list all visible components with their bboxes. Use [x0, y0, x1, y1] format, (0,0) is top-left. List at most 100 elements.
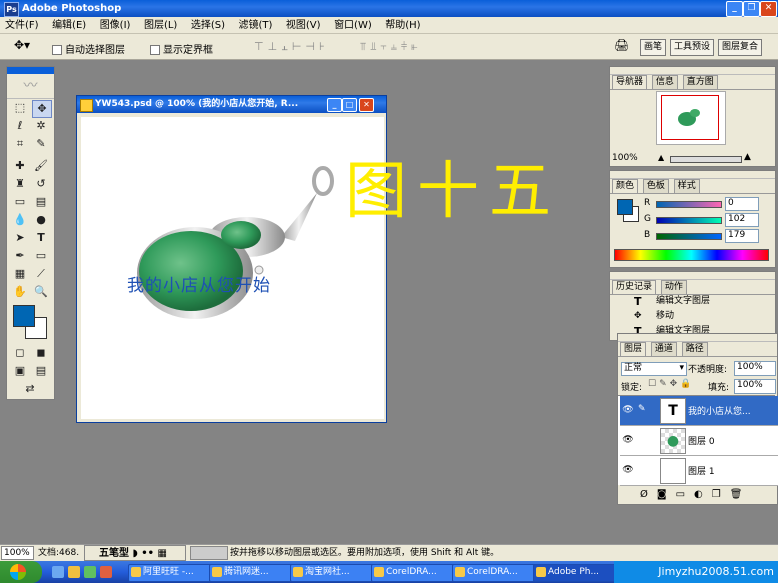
tab-styles[interactable]: 样式	[673, 179, 700, 193]
tool-presets-well-tab[interactable]: 工具预设	[670, 39, 715, 56]
new-group-icon[interactable]: ▭	[676, 489, 694, 500]
document-title-bar[interactable]: YW543.psd @ 100% (我的小店从您开始, R... _ □ ✕	[77, 96, 386, 113]
menu-filter[interactable]: 滤镜(T)	[233, 17, 277, 34]
magic-wand-tool-icon[interactable]: ✲	[32, 118, 50, 134]
tab-histogram[interactable]: 直方图	[682, 75, 718, 89]
menu-file[interactable]: 文件(F)	[0, 17, 44, 34]
history-item[interactable]: T 编辑文字图层	[612, 294, 772, 309]
adjustment-layer-icon[interactable]: ◐	[694, 489, 712, 500]
opacity-field[interactable]: 100%	[734, 361, 776, 376]
tab-navigator[interactable]: 导航器	[612, 75, 648, 89]
tab-actions[interactable]: 动作	[660, 280, 687, 294]
tab-layers[interactable]: 图层	[620, 342, 647, 356]
gradient-tool-icon[interactable]: ▤	[32, 194, 50, 210]
file-browser-icon[interactable]: 🖨	[614, 38, 629, 52]
history-brush-tool-icon[interactable]: ↺	[32, 176, 50, 192]
navigator-zoom-value[interactable]: 100%	[612, 153, 638, 163]
fill-field[interactable]: 100%	[734, 379, 776, 394]
quicklaunch-media-icon[interactable]	[100, 566, 112, 578]
move-tool-icon[interactable]: ✥	[32, 100, 52, 118]
tab-info[interactable]: 信息	[651, 75, 678, 89]
quicklaunch-app-icon[interactable]	[84, 566, 96, 578]
shape-tool-icon[interactable]: ▭	[32, 248, 50, 264]
hand-tool-icon[interactable]: ✋	[11, 284, 29, 300]
tab-paths[interactable]: 路径	[681, 342, 708, 356]
brush-link-icon[interactable]: ✎	[638, 404, 646, 414]
task-aliwangwang[interactable]: 阿里旺旺 -...	[128, 564, 222, 582]
full-screen-mode-icon[interactable]: ▤	[32, 363, 50, 379]
task-coreldraw-1[interactable]: CorelDRA...	[371, 564, 465, 582]
color-fg-swatch[interactable]	[617, 199, 633, 215]
task-coreldraw-2[interactable]: CorelDRA...	[452, 564, 546, 582]
menu-window[interactable]: 窗口(W)	[329, 17, 377, 34]
brushes-well-tab[interactable]: 画笔	[640, 39, 667, 56]
document-minimize-icon[interactable]: _	[327, 98, 342, 112]
screen-mode-icon[interactable]: ▣	[11, 363, 29, 379]
toolbox-title-bar[interactable]	[7, 67, 54, 74]
dodge-tool-icon[interactable]: ●	[32, 212, 50, 228]
new-layer-icon[interactable]: ❐	[712, 489, 730, 500]
layer-row[interactable]: 👁 ✎ T 我的小店从您...	[620, 396, 778, 426]
minimize-icon[interactable]: _	[726, 1, 743, 17]
marquee-tool-icon[interactable]: ⬚	[11, 100, 29, 116]
quicklaunch-ie-icon[interactable]	[52, 566, 64, 578]
layer-comps-well-tab[interactable]: 图层复合	[718, 39, 763, 56]
blur-tool-icon[interactable]: 💧	[11, 212, 29, 228]
layers-panel-grip[interactable]	[618, 334, 777, 342]
path-selection-tool-icon[interactable]: ➤	[11, 230, 29, 246]
quicklaunch-folder-icon[interactable]	[68, 566, 80, 578]
tab-channels[interactable]: 通道	[650, 342, 677, 356]
auto-select-checkbox[interactable]	[52, 45, 62, 55]
task-taobao[interactable]: 淘宝网社...	[290, 564, 384, 582]
align-buttons-icon[interactable]: ⊤⊥⫠⊢⊣⊦	[254, 40, 329, 54]
layer-mask-icon[interactable]: ◙	[657, 489, 676, 500]
menu-select[interactable]: 选择(S)	[186, 17, 230, 34]
document-maximize-icon[interactable]: □	[342, 98, 357, 112]
g-slider[interactable]	[656, 217, 722, 224]
b-value-field[interactable]: 179	[725, 229, 759, 243]
tab-history[interactable]: 历史记录	[612, 280, 657, 294]
menu-layer[interactable]: 图层(L)	[139, 17, 182, 34]
ime-toolbar[interactable]: 五笔型 ◗ •• ▦	[84, 545, 186, 561]
image-canvas[interactable]	[81, 117, 384, 419]
zoom-in-icon[interactable]: ▲	[744, 152, 751, 162]
history-item[interactable]: ✥ 移动	[612, 309, 772, 324]
blend-mode-select[interactable]: 正常 ▾	[621, 362, 687, 376]
document-close-icon[interactable]: ✕	[359, 98, 374, 112]
lock-options-icon[interactable]: ☐✎✥🔒	[648, 379, 694, 389]
clone-stamp-tool-icon[interactable]: ♜	[11, 176, 29, 192]
history-panel-grip[interactable]	[610, 272, 775, 280]
show-bounds-checkbox[interactable]	[150, 45, 160, 55]
brush-tool-icon[interactable]: 🖌	[32, 158, 50, 174]
layer-style-icon[interactable]: Ø	[640, 489, 657, 500]
color-ramp[interactable]	[614, 249, 769, 261]
r-slider[interactable]	[656, 201, 722, 208]
show-bounds-option[interactable]: 显示定界框	[150, 41, 213, 56]
tab-color[interactable]: 颜色	[612, 179, 639, 193]
zoom-out-icon[interactable]: ▲	[658, 153, 664, 162]
pen-tool-icon[interactable]: ✒	[11, 248, 29, 264]
move-tool-preset-icon[interactable]: ✥▾	[14, 38, 30, 52]
jump-to-imageready-icon[interactable]: ⇄	[21, 381, 39, 397]
restore-icon[interactable]: ❐	[743, 1, 760, 17]
eye-icon[interactable]: 👁	[622, 464, 634, 476]
b-slider[interactable]	[656, 233, 722, 240]
delete-layer-icon[interactable]: 🗑	[730, 489, 752, 500]
slice-tool-icon[interactable]: ✎	[32, 136, 50, 152]
auto-select-layer-option[interactable]: 自动选择图层	[52, 41, 125, 56]
standard-mode-icon[interactable]: ◻	[11, 345, 29, 361]
navigator-zoom-slider[interactable]	[670, 156, 742, 163]
g-value-field[interactable]: 102	[725, 213, 759, 227]
lasso-tool-icon[interactable]: ℓ	[11, 118, 29, 134]
r-value-field[interactable]: 0	[725, 197, 759, 211]
layer-row[interactable]: 👁 图层 1	[620, 456, 778, 486]
navigator-panel-grip[interactable]	[610, 67, 775, 75]
zoom-tool-icon[interactable]: 🔍	[32, 284, 50, 300]
eraser-tool-icon[interactable]: ▭	[11, 194, 29, 210]
eye-icon[interactable]: 👁	[622, 404, 634, 416]
notes-tool-icon[interactable]: ▦	[11, 266, 29, 282]
color-panel-grip[interactable]	[610, 171, 775, 179]
menu-edit[interactable]: 编辑(E)	[47, 17, 91, 34]
eyedropper-tool-icon[interactable]: ⟋	[32, 266, 50, 282]
menu-image[interactable]: 图像(I)	[95, 17, 136, 34]
